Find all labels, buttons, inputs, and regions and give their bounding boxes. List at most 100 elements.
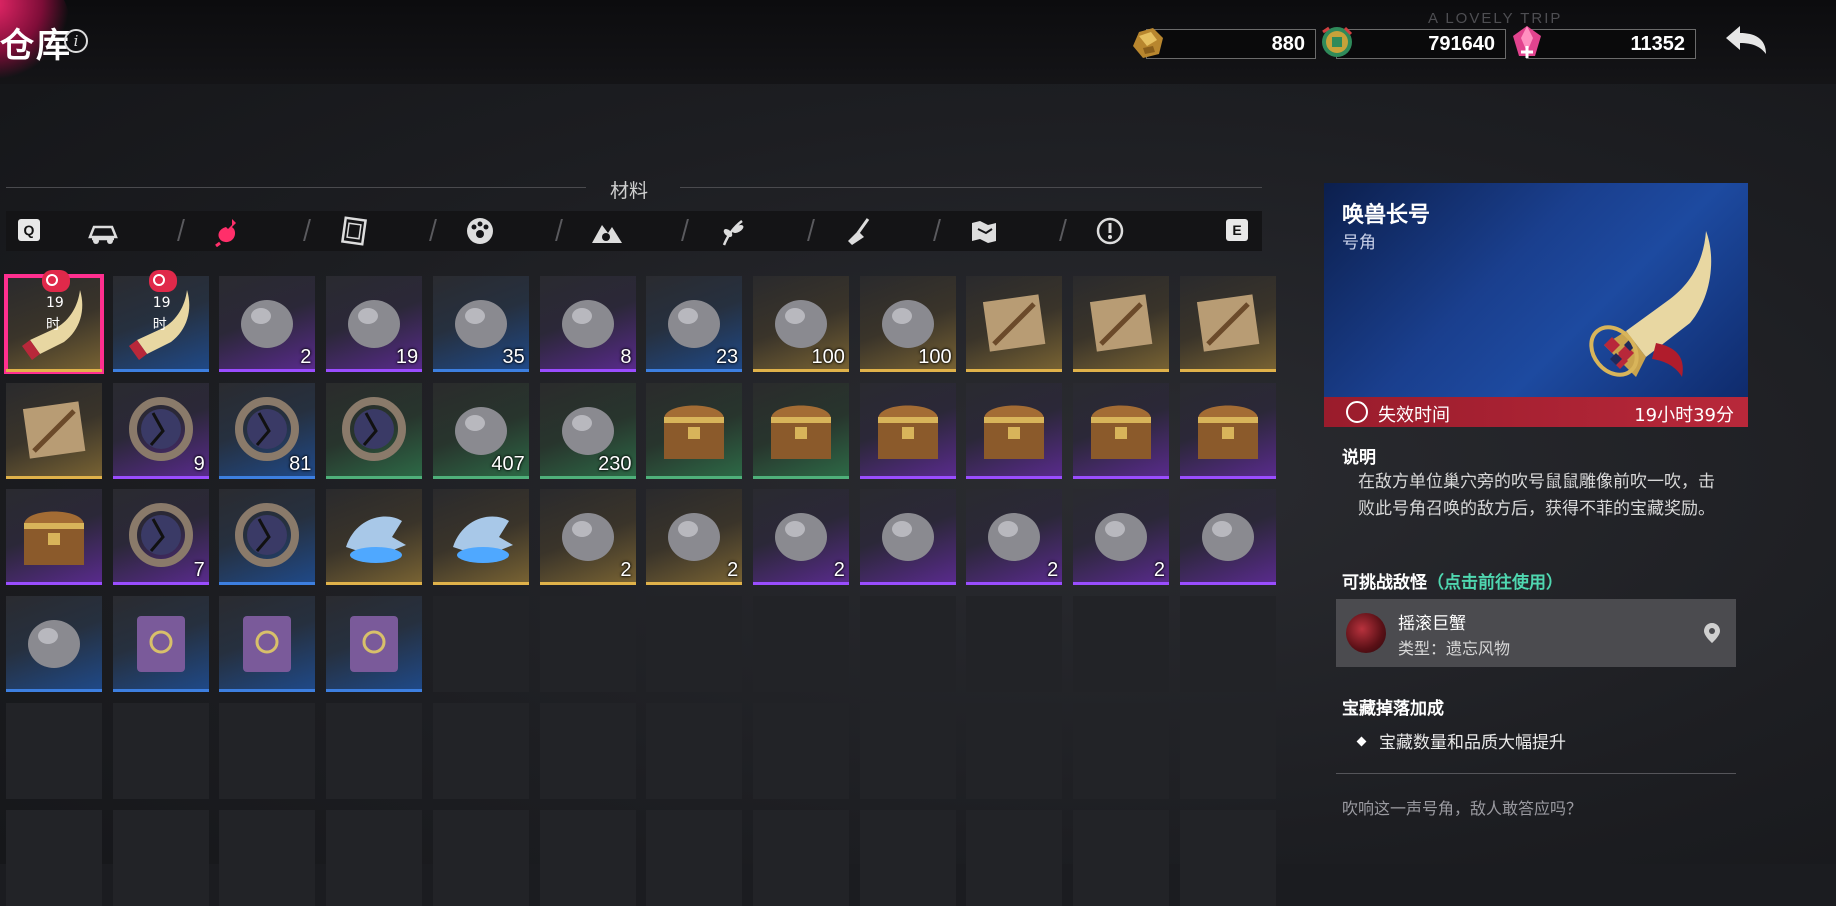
item-slot-chest-blue[interactable] bbox=[6, 489, 102, 586]
item-slot-chest-green[interactable] bbox=[646, 382, 743, 479]
description-title: 说明 bbox=[1342, 448, 1376, 468]
item-slot-ice-dragon[interactable] bbox=[326, 489, 423, 586]
bonus-item-text: 宝藏数量和品质大幅提升 bbox=[1379, 733, 1566, 753]
category-tab-bar: Q E bbox=[6, 211, 1262, 251]
item-slot-chest-iron[interactable] bbox=[1073, 382, 1169, 479]
empty-slot bbox=[219, 809, 316, 906]
quality-bar bbox=[1073, 475, 1169, 479]
tab-paw-badge[interactable] bbox=[462, 215, 498, 247]
next-tab-key[interactable]: E bbox=[1226, 219, 1248, 241]
green-amulet-icon bbox=[1095, 513, 1147, 562]
item-count: 9 bbox=[193, 452, 205, 475]
top-bar: 仓库 i A LOVELY TRIP 880 791640 11352 bbox=[0, 0, 1836, 84]
quality-bar bbox=[646, 369, 743, 372]
quality-bar bbox=[219, 582, 316, 586]
item-slot-purple-frame[interactable]: 9 bbox=[112, 382, 209, 479]
item-slot-broom-blueprint[interactable] bbox=[966, 276, 1063, 372]
tab-herb[interactable] bbox=[714, 215, 750, 247]
chest-blue-icon bbox=[24, 511, 84, 566]
item-count: 2 bbox=[727, 559, 739, 582]
quality-bar bbox=[646, 475, 743, 479]
empty-slot bbox=[1179, 596, 1276, 693]
expire-bar: 失效时间 19小时39分 bbox=[1324, 397, 1748, 427]
item-slot-orange-book[interactable] bbox=[112, 596, 209, 693]
monster-card[interactable]: 摇滚巨蟹 类型：遗忘风物 bbox=[1336, 599, 1736, 667]
item-slot-green-amulet[interactable]: 2 bbox=[1073, 489, 1169, 586]
quality-bar bbox=[326, 369, 423, 372]
timer-badge: 19时 bbox=[42, 270, 70, 333]
currency-jade-value: 791640 bbox=[1428, 33, 1495, 55]
item-slot-green-frame[interactable] bbox=[326, 382, 423, 479]
item-slot-bird[interactable] bbox=[6, 596, 102, 693]
item-slot-chest-red-gold[interactable] bbox=[859, 382, 956, 479]
gear-mountain-icon bbox=[592, 225, 622, 243]
tab-alert[interactable] bbox=[1092, 215, 1128, 247]
item-slot-stone-statue[interactable]: 8 bbox=[539, 276, 636, 372]
currency-gem[interactable]: 11352 bbox=[1513, 26, 1696, 59]
item-slot-blue-frame[interactable]: 81 bbox=[219, 382, 316, 479]
item-slot-compass[interactable] bbox=[1179, 489, 1276, 586]
item-slot-chest-green-2[interactable] bbox=[752, 382, 849, 479]
bonus-title: 宝藏掉落加成 bbox=[1342, 699, 1444, 719]
quality-bar bbox=[539, 475, 636, 479]
item-count: 23 bbox=[715, 346, 739, 368]
item-slot-hammock[interactable] bbox=[859, 489, 956, 586]
challenge-link[interactable]: （点击前往使用） bbox=[1427, 573, 1563, 593]
bronze-frame-icon bbox=[235, 503, 300, 568]
item-slot-fire-wand[interactable]: 2 bbox=[539, 489, 636, 586]
item-slot-bead-chain[interactable]: 2 bbox=[966, 489, 1063, 586]
item-slot-seeds[interactable]: 19 bbox=[326, 276, 423, 372]
item-slot-ice-dragon-2[interactable] bbox=[432, 489, 529, 586]
purple-book-icon bbox=[350, 616, 399, 673]
empty-slot bbox=[966, 596, 1063, 693]
item-slot-ginger[interactable]: 35 bbox=[432, 276, 529, 372]
item-hero: 唤兽长号 号角 bbox=[1324, 183, 1748, 425]
ice-dragon-2-icon bbox=[452, 516, 513, 564]
back-arrow-icon[interactable] bbox=[1720, 22, 1770, 64]
bonus-item: 宝藏数量和品质大幅提升 bbox=[1356, 728, 1566, 753]
item-slot-bronze-frame[interactable] bbox=[219, 489, 316, 586]
tab-separator bbox=[1059, 219, 1067, 241]
tab-bottle[interactable] bbox=[210, 215, 246, 248]
empty-slot bbox=[112, 702, 209, 799]
empty-slot bbox=[432, 702, 529, 799]
item-slot-chest-dark[interactable] bbox=[1179, 382, 1276, 479]
tab-scroll-frame[interactable] bbox=[336, 215, 372, 247]
chest-iron-icon bbox=[1091, 405, 1151, 459]
item-count: 2 bbox=[833, 559, 845, 582]
tab-gear-mountain[interactable] bbox=[588, 215, 624, 247]
item-slot-grass-card[interactable]: 2 bbox=[752, 489, 849, 586]
item-slot-card[interactable]: 100 bbox=[752, 276, 849, 372]
empty-slot bbox=[432, 809, 529, 906]
quality-bar bbox=[112, 475, 209, 479]
scroll-frame-icon bbox=[341, 216, 367, 246]
quality-bar bbox=[539, 582, 636, 586]
item-slot-bow-blueprint[interactable] bbox=[6, 382, 102, 479]
item-slot-logs[interactable]: 407 bbox=[432, 382, 529, 479]
blue-book-icon bbox=[243, 616, 292, 673]
chest-green-2-icon bbox=[770, 405, 831, 459]
item-slot-chest-red[interactable] bbox=[966, 382, 1063, 479]
category-label: 材料 bbox=[610, 180, 649, 202]
currency-gold-value: 880 bbox=[1271, 33, 1305, 55]
empty-slot bbox=[326, 809, 423, 906]
item-count: 100 bbox=[811, 346, 845, 368]
item-slot-white-lamb[interactable]: 2 bbox=[646, 489, 743, 586]
item-slot-tag[interactable]: 23 bbox=[646, 276, 743, 372]
item-slot-rifle-blueprint[interactable] bbox=[1073, 276, 1169, 372]
prev-tab-key[interactable]: Q bbox=[18, 219, 40, 241]
location-pin-icon[interactable] bbox=[1704, 623, 1720, 643]
tab-shovel[interactable] bbox=[840, 215, 876, 247]
quality-bar bbox=[1179, 475, 1276, 479]
tab-map[interactable] bbox=[966, 215, 1002, 247]
item-slot-ore[interactable]: 230 bbox=[539, 382, 636, 479]
item-slot-bread[interactable]: 2 bbox=[219, 276, 316, 372]
item-slot-staff-blueprint[interactable] bbox=[1179, 276, 1276, 372]
item-slot-purple-book[interactable] bbox=[326, 596, 423, 693]
tab-vehicle[interactable] bbox=[84, 215, 120, 247]
quality-bar bbox=[326, 475, 423, 479]
item-slot-saw-frame[interactable]: 7 bbox=[112, 489, 209, 586]
item-slot-blue-book[interactable] bbox=[219, 596, 316, 693]
info-icon[interactable]: i bbox=[64, 29, 88, 53]
item-slot-shell[interactable]: 100 bbox=[859, 276, 956, 372]
